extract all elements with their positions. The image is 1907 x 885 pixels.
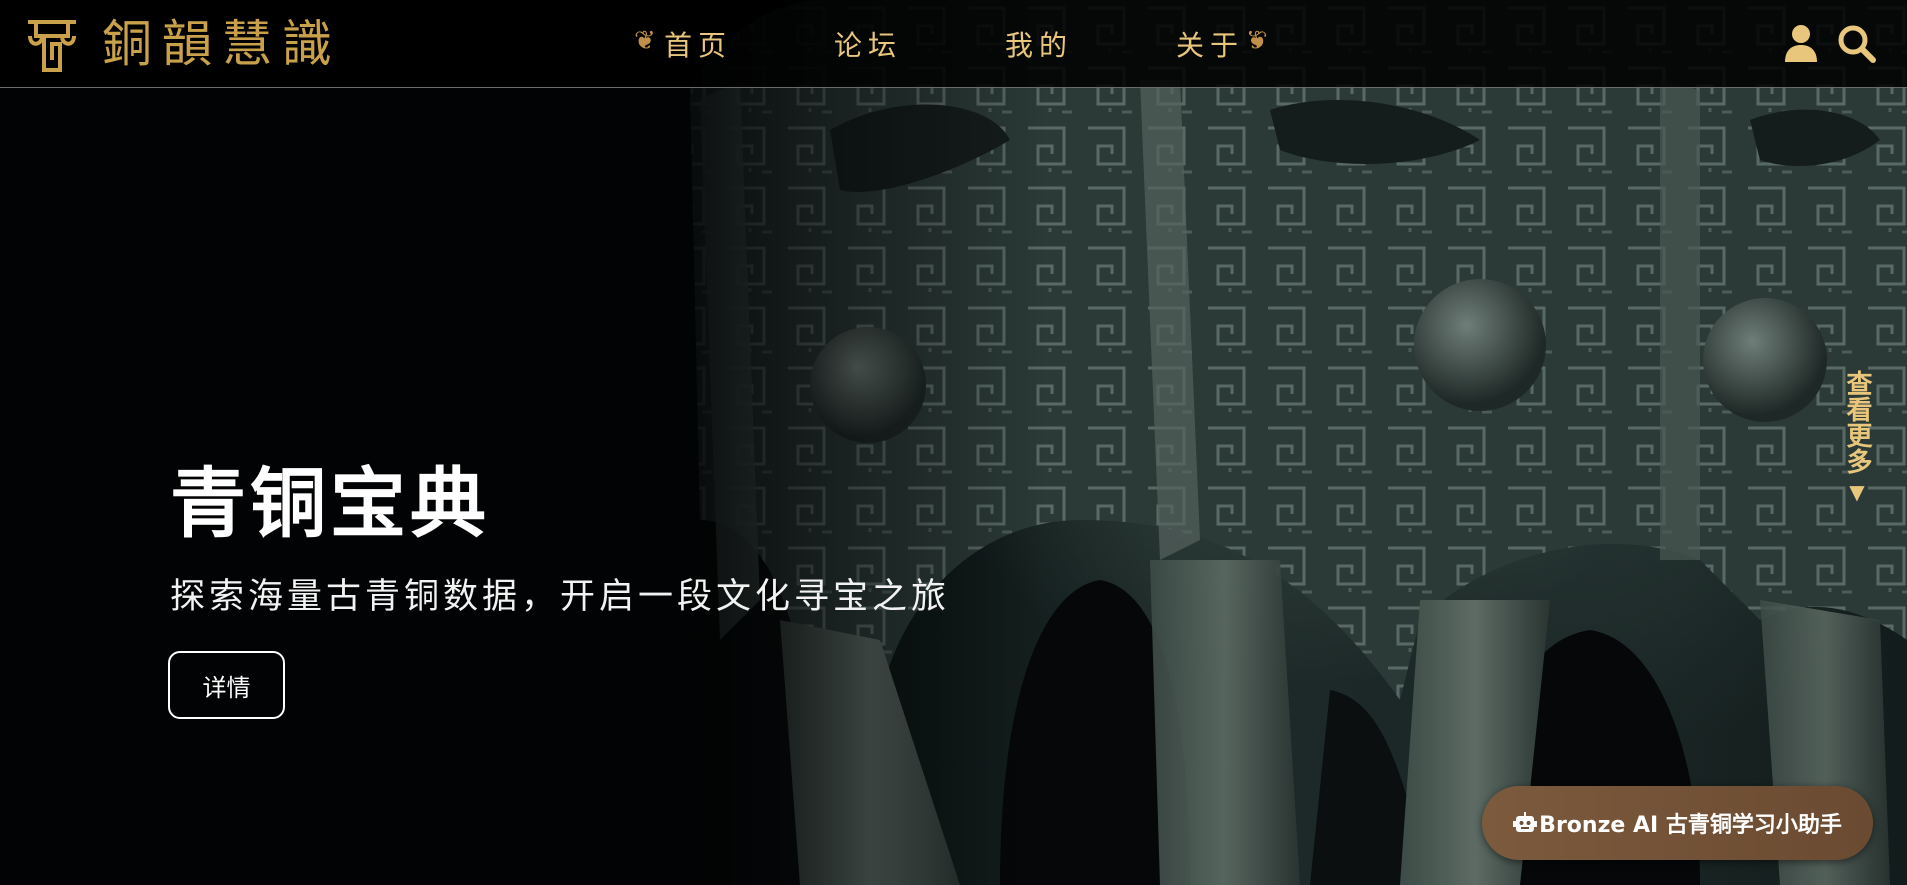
ai-assistant-button[interactable]: Bronze AI 古青铜学习小助手 bbox=[1482, 786, 1873, 860]
detail-button[interactable]: 详情 bbox=[168, 651, 285, 719]
logo-text: 銅韻慧識 bbox=[102, 15, 342, 73]
search-icon[interactable] bbox=[1838, 25, 1876, 63]
hero-subtitle: 探索海量古青铜数据，开启一段文化寻宝之旅 bbox=[170, 577, 951, 617]
see-more-label: 查看更多 bbox=[1842, 370, 1872, 474]
see-more-link[interactable]: 查看更多 ▼ bbox=[1840, 370, 1874, 508]
nav-ornament-left-icon: ❦ bbox=[634, 26, 656, 56]
top-navigation-bar: 銅韻慧識 ❦ 首页 论坛 我的 关于 ❦ bbox=[0, 0, 1907, 88]
nav-about[interactable]: 关于 bbox=[1176, 24, 1244, 64]
nav-forum[interactable]: 论坛 bbox=[834, 24, 902, 64]
nav-mine[interactable]: 我的 bbox=[1005, 24, 1073, 64]
user-icon[interactable] bbox=[1784, 24, 1818, 62]
logo-mark-icon bbox=[28, 20, 76, 72]
nav-ornament-right-icon: ❦ bbox=[1246, 26, 1268, 56]
robot-icon bbox=[1513, 812, 1538, 832]
hero-background bbox=[0, 0, 1907, 885]
nav-home[interactable]: 首页 bbox=[664, 24, 732, 64]
ai-assistant-label: Bronze AI 古青铜学习小助手 bbox=[1539, 813, 1842, 838]
bronze-vessel-image bbox=[690, 0, 1907, 885]
chevron-down-icon: ▼ bbox=[1849, 480, 1865, 504]
site-logo[interactable]: 銅韻慧識 bbox=[26, 16, 342, 72]
hero-title: 青铜宝典 bbox=[170, 459, 490, 548]
